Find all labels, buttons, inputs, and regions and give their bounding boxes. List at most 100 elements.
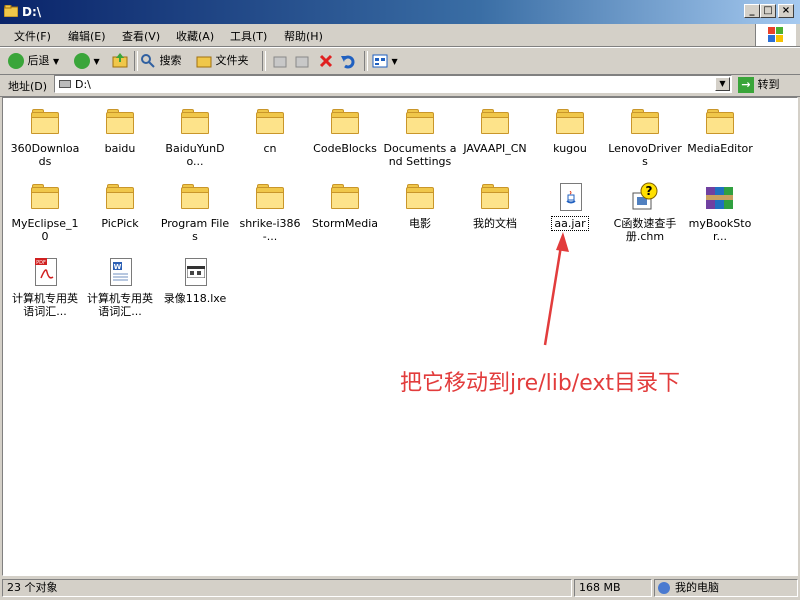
list-item-chm[interactable]: ? C函数速查手册.chm [608,181,682,243]
go-arrow-icon: → [738,77,754,93]
folder-icon [179,181,211,213]
folder-icon [479,106,511,138]
back-button[interactable]: 后退 ▼ [8,52,59,70]
folders-button[interactable]: 文件夹 [196,52,249,70]
menu-help[interactable]: 帮助(H) [284,28,323,44]
minimize-button[interactable]: _ [744,4,760,18]
chevron-down-icon: ▼ [391,57,398,66]
folder-icon [404,181,436,213]
jar-file-icon [554,181,586,213]
back-label: 后退 [27,54,50,67]
folder-icon [479,181,511,213]
list-item[interactable]: JAVAAPI_CN [458,106,532,155]
svg-text:W: W [114,263,122,271]
maximize-button[interactable]: □ [760,4,776,18]
file-list[interactable]: 360Downloads baidu BaiduYunDo... cn Code… [2,97,798,576]
search-label: 搜索 [159,54,182,67]
status-size: 168 MB [574,579,652,597]
delete-icon[interactable] [318,52,334,70]
list-item[interactable]: baidu [83,106,157,155]
folder-icon [29,181,61,213]
address-bar: 地址(D) D:\ ▼ → 转到 [0,74,800,97]
explorer-window: D:\ _ □ × 文件(F) 编辑(E) 查看(V) 收藏(A) 工具(T) … [0,0,800,600]
search-button[interactable]: 搜索 [140,52,182,70]
status-location: 我的电脑 [654,579,798,597]
folder-icon [329,181,361,213]
menu-bar: 文件(F) 编辑(E) 查看(V) 收藏(A) 工具(T) 帮助(H) [0,24,800,47]
up-button[interactable] [112,52,128,70]
list-item-pdf[interactable]: PDF 计算机专用英语词汇... [8,256,82,318]
views-button[interactable]: ▼ [372,52,398,70]
window-title: D:\ [22,5,42,19]
folder-icon [629,106,661,138]
go-button[interactable]: → 转到 [738,76,780,93]
list-item-lxe[interactable]: 录像118.lxe [158,256,232,305]
go-label: 转到 [757,78,780,91]
toolbar: 后退 ▼ ▼ 搜索 文件夹 ▼ [0,47,800,75]
forward-arrow-icon [74,53,90,69]
menu-view[interactable]: 查看(V) [122,28,160,44]
list-item-rar[interactable]: myBookStor... [683,181,757,243]
folder-icon [404,106,436,138]
archive-icon [704,181,736,213]
list-item[interactable]: 电影 [383,181,457,230]
folder-icon [704,106,736,138]
list-item[interactable]: cn [233,106,307,155]
status-bar: 23 个对象 168 MB 我的电脑 [0,577,800,600]
windows-logo-icon [755,24,796,46]
chevron-down-icon: ▼ [93,57,100,66]
toolbar-separator [134,51,138,71]
address-input[interactable]: D:\ ▼ [54,75,732,93]
menu-favorites[interactable]: 收藏(A) [176,28,214,44]
folder-icon [4,5,18,17]
list-item[interactable]: 我的文档 [458,181,532,230]
move-to-icon[interactable] [272,52,288,70]
list-item[interactable]: PicPick [83,181,157,230]
svg-text:?: ? [646,184,653,198]
copy-to-icon[interactable] [294,52,310,70]
list-item[interactable]: StormMedia [308,181,382,230]
list-item[interactable]: BaiduYunDo... [158,106,232,168]
list-item-word[interactable]: W 计算机专用英语词汇... [83,256,157,318]
close-button[interactable]: × [778,4,794,18]
list-item[interactable]: MediaEditor [683,106,757,155]
forward-button[interactable]: ▼ [74,52,100,70]
status-object-count: 23 个对象 [2,579,572,597]
pdf-file-icon: PDF [29,256,61,288]
list-item[interactable]: Program Files [158,181,232,243]
list-item[interactable]: 360Downloads [8,106,82,168]
svg-text:PDF: PDF [36,260,46,266]
undo-icon[interactable] [340,52,356,70]
computer-icon [658,582,670,594]
folder-icon [179,106,211,138]
word-file-icon: W [104,256,136,288]
views-icon [372,54,388,68]
toolbar-separator [364,51,368,71]
help-file-icon: ? [629,181,661,213]
menu-edit[interactable]: 编辑(E) [68,28,106,44]
list-item[interactable]: LenovoDrivers [608,106,682,168]
folder-icon [254,106,286,138]
list-item[interactable]: kugou [533,106,607,155]
folder-icon [254,181,286,213]
list-item[interactable]: MyEclipse_10 [8,181,82,243]
search-icon [141,54,155,68]
list-item[interactable]: shrike-i386-... [233,181,307,243]
list-item-jar[interactable]: aa.jar [533,181,607,231]
folders-label: 文件夹 [215,54,249,67]
annotation-text: 把它移动到jre/lib/ext目录下 [400,371,681,396]
list-item[interactable]: Documents and Settings [383,106,457,168]
drive-icon [59,80,71,88]
address-value: D:\ [75,78,91,91]
folder-icon [554,106,586,138]
back-arrow-icon [8,53,24,69]
menu-tools[interactable]: 工具(T) [230,28,267,44]
address-dropdown-button[interactable]: ▼ [715,77,730,91]
list-item[interactable]: CodeBlocks [308,106,382,155]
video-file-icon [179,256,211,288]
annotation-arrow [543,232,569,346]
folder-icon [104,181,136,213]
menu-file[interactable]: 文件(F) [14,28,51,44]
title-bar[interactable]: D:\ _ □ × [0,0,800,24]
folder-icon [329,106,361,138]
